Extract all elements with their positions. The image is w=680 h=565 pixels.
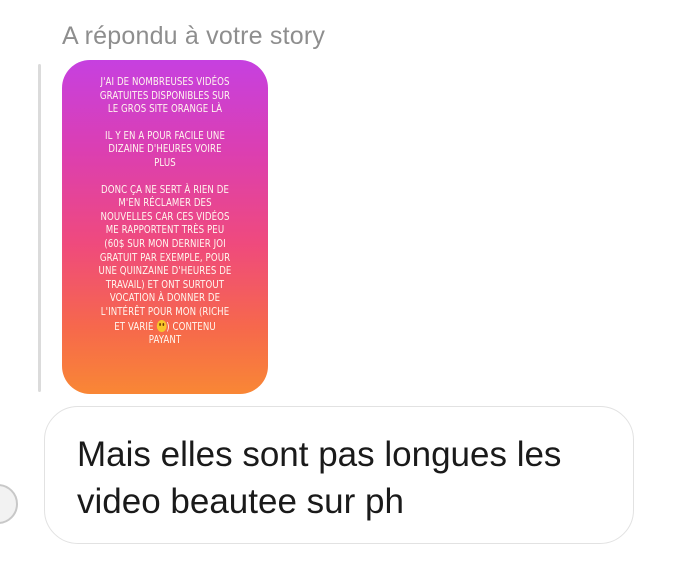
smiling-face-emoji-icon: [156, 319, 167, 332]
story-paragraph-2: IL Y EN A POUR FACILE UNE DIZAINE D'HEUR…: [105, 129, 225, 169]
message-bubble[interactable]: Mais elles sont pas longues les video be…: [44, 406, 634, 544]
quote-indicator-bar: [38, 64, 41, 392]
story-paragraph-3-text: DONC ÇA NE SERT À RIEN DE M'EN RÉCLAMER …: [98, 183, 232, 333]
story-reply-label: A répondu à votre story: [62, 22, 326, 50]
story-paragraph-3: DONC ÇA NE SERT À RIEN DE M'EN RÉCLAMER …: [89, 184, 242, 348]
sender-avatar[interactable]: [0, 484, 18, 524]
story-paragraph-1: J'AI DE NOMBREUSES VIDÉOS GRATUITES DISP…: [99, 76, 231, 116]
message-text: Mais elles sont pas longues les video be…: [77, 435, 562, 521]
story-preview-card[interactable]: J'AI DE NOMBREUSES VIDÉOS GRATUITES DISP…: [62, 60, 268, 394]
story-text-content: J'AI DE NOMBREUSES VIDÉOS GRATUITES DISP…: [81, 76, 250, 361]
